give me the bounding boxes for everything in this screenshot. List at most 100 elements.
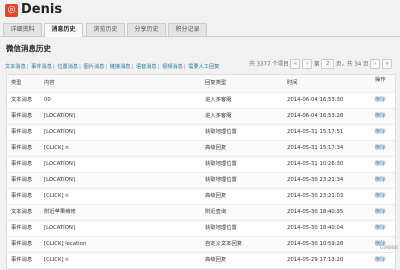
cell-content: [CLICK] location [44,241,87,247]
cell-reply-type: 进入多客服 [205,113,232,119]
cell-content: [CLICK] n [44,193,69,199]
cell-type: 文本消息 [11,209,33,215]
delete-link[interactable]: 删除 [375,221,386,236]
table-row: 事件消息 [CLICK] n 高级回复 2014-05-29 17:13:20 … [7,253,395,269]
table-row: 文本消息 附近苹果维修 附近查询 2014-05-30 18:40:35 删除 [7,205,395,221]
cell-content: [LOCATION] [44,161,75,167]
filter-separator: | [157,64,160,70]
tab-points-log[interactable]: 积分记录 [168,23,207,36]
cell-content: [CLICK] n [44,257,69,263]
cell-reply-type: 进入多客服 [205,97,232,103]
filter-voice-messages[interactable]: 语音消息 [136,64,157,70]
delete-link[interactable]: 删除 [375,125,386,140]
delete-link[interactable]: 删除 [375,253,386,268]
cell-time: 2014-06-04 16:53:30 [287,97,344,103]
cell-time: 2014-05-30 18:40:04 [287,225,344,231]
cell-type: 事件消息 [11,193,33,199]
table-row: 事件消息 [CLICK] n 高级回复 2014-05-30 23:21:03 … [7,189,395,205]
table-row: 事件消息 [CLICK] n 高级回复 2014-05-31 15:17:34 … [7,141,395,157]
column-header-content[interactable]: 内容 [44,75,55,92]
watermark: GIMBBB [380,246,398,251]
delete-link[interactable]: 删除 [375,141,386,156]
cell-time: 2014-05-29 17:13:20 [287,257,344,263]
filter-manual-reply[interactable]: 需要人工回复 [188,64,219,70]
filter-text-messages[interactable]: 文本消息 [5,64,26,70]
filter-event-messages[interactable]: 事件消息 [31,64,52,70]
last-page-button[interactable]: » [382,59,392,69]
table-row: 事件消息 [CLICK] location 自定义文本回复 2014-05-30… [7,237,395,253]
cell-type: 事件消息 [11,177,33,183]
tab-details[interactable]: 详细资料 [3,23,42,36]
delete-link[interactable]: 删除 [375,109,386,124]
delete-link[interactable]: 删除 [375,173,386,188]
filter-image-messages[interactable]: 图片消息 [84,64,105,70]
delete-link[interactable]: 删除 [375,93,386,108]
app-header: ◎ Denis [0,0,400,22]
cell-reply-type: 获取地理位置 [205,225,237,231]
filter-separator: | [52,64,55,70]
table-header-row: 类型 内容 回复类型 时间 操作 [7,75,395,93]
total-items-label: 共 3377 个项目 [249,61,289,68]
cell-time: 2014-05-31 10:26:30 [287,161,344,167]
app-logo-icon: ◎ [5,4,18,17]
column-header-action: 操作 [375,77,386,83]
delete-link[interactable]: 删除 [375,189,386,204]
filter-separator: | [131,64,134,70]
cell-reply-type: 附近查询 [205,209,227,215]
cell-reply-type: 高级回复 [205,193,227,199]
cell-time: 2014-05-30 23:21:03 [287,193,344,199]
filter-link-messages[interactable]: 链接消息 [110,64,131,70]
cell-content: [LOCATION] [44,129,75,135]
cell-type: 事件消息 [11,145,33,151]
prev-page-button[interactable]: ‹ [302,59,313,69]
cell-content: 附近苹果维修 [44,209,76,215]
cell-reply-type: 高级回复 [205,145,227,151]
cell-reply-type: 获取地理位置 [205,177,237,183]
filter-video-messages[interactable]: 视频消息 [162,64,183,70]
cell-type: 事件消息 [11,129,33,135]
table-row: 文本消息 00 进入多客服 2014-06-04 16:53:30 删除 [7,93,395,109]
column-header-reply-type[interactable]: 回复类型 [205,75,226,92]
delete-link[interactable]: 删除 [375,157,386,172]
filter-separator: | [105,64,108,70]
cell-content: 00 [44,97,51,103]
tab-share-history[interactable]: 分享历史 [127,23,166,36]
message-table: 类型 内容 回复类型 时间 操作 文本消息 00 进入多客服 2014-06-0… [6,74,396,270]
cell-type: 事件消息 [11,161,33,167]
cell-time: 2014-05-30 18:40:35 [287,209,344,215]
cell-content: [CLICK] n [44,145,69,151]
table-row: 事件消息 [LOCATION] 获取地理位置 2014-05-31 15:17:… [7,125,395,141]
filter-separator: | [183,64,186,70]
first-page-button[interactable]: « [290,59,301,69]
cell-type: 事件消息 [11,241,33,247]
tab-browse-history[interactable]: 浏览历史 [86,23,125,36]
user-name-title: Denis [21,2,63,17]
cell-type: 事件消息 [11,225,33,231]
cell-reply-type: 获取地理位置 [205,161,237,167]
filter-separator: | [26,64,29,70]
cell-content: [LOCATION] [44,225,75,231]
tab-message-history[interactable]: 消息历史 [44,23,83,37]
table-row: 事件消息 [LOCATION] 进入多客服 2014-06-04 16:53:2… [7,109,395,125]
next-page-button[interactable]: › [370,59,381,69]
cell-time: 2014-05-31 15:17:51 [287,129,344,135]
cell-type: 事件消息 [11,113,33,119]
table-row: 事件消息 [LOCATION] 获取地理位置 2014-05-30 23:21:… [7,173,395,189]
page-title: 微信消息历史 [6,44,51,53]
pagination: 共 3377 个项目 « ‹ 第 2 页，共 34 页 › » [249,59,392,69]
column-header-time[interactable]: 时间 [287,75,298,92]
column-header-type[interactable]: 类型 [11,75,22,92]
filter-location-messages[interactable]: 位置消息 [57,64,78,70]
cell-time: 2014-05-30 23:21:34 [287,177,344,183]
table-row: 事件消息 [LOCATION] 获取地理位置 2014-05-31 10:26:… [7,157,395,173]
page-prefix-label: 第 [313,61,320,68]
cell-reply-type: 获取地理位置 [205,129,237,135]
cell-time: 2014-05-30 10:59:28 [287,241,344,247]
cell-content: [LOCATION] [44,113,75,119]
cell-type: 文本消息 [11,97,33,103]
delete-link[interactable]: 删除 [375,205,386,220]
current-page-input[interactable]: 2 [321,59,335,69]
cell-reply-type: 自定义文本回复 [205,241,243,247]
filter-links: 文本消息| 事件消息| 位置消息| 图片消息| 链接消息| 语音消息| 视频消息… [5,63,220,70]
filter-separator: | [79,64,81,70]
